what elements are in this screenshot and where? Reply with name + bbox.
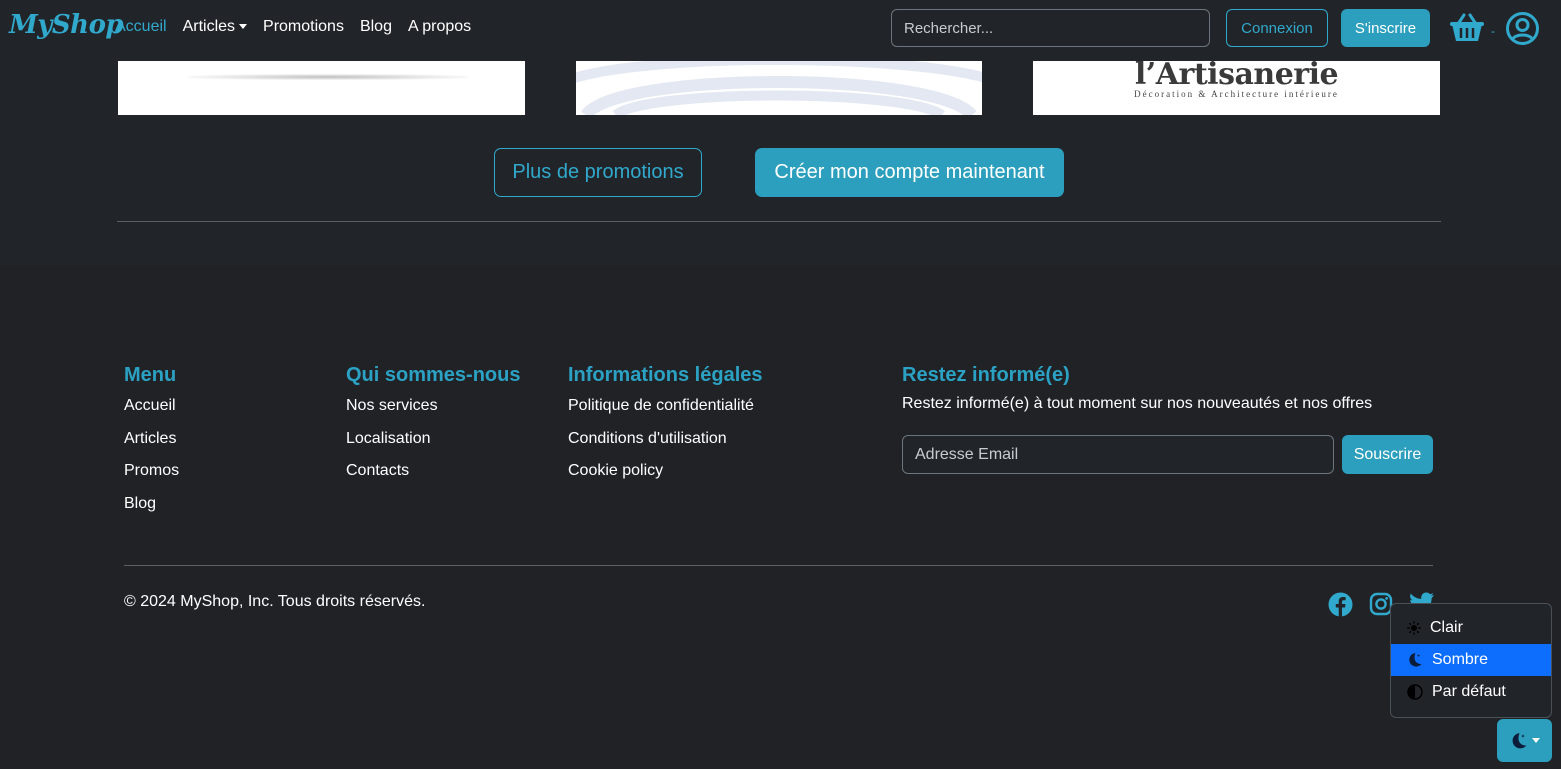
theme-option-auto[interactable]: Par défaut [1391, 676, 1551, 708]
user-circle-icon[interactable] [1505, 11, 1540, 51]
footer-link-accueil[interactable]: Accueil [124, 395, 179, 428]
newsletter-title: Restez informé(e) [902, 364, 1070, 386]
create-account-button[interactable]: Créer mon compte maintenant [755, 148, 1064, 197]
footer-menu-column: Menu Accueil Articles Promos Blog [124, 364, 179, 525]
footer-link-privacy[interactable]: Politique de confidentialité [568, 395, 763, 428]
nav-links: Accueil Articles Promotions Blog A propo… [115, 18, 487, 36]
chevron-down-icon [239, 24, 248, 30]
footer-newsletter-column: Restez informé(e) Restez informé(e) à to… [902, 364, 1433, 413]
nav-link-promotions[interactable]: Promotions [263, 18, 344, 36]
footer-link-promos[interactable]: Promos [124, 460, 179, 493]
footer-about-title: Qui sommes-nous [346, 364, 521, 386]
search-input[interactable] [891, 9, 1210, 47]
footer-link-cookies[interactable]: Cookie policy [568, 460, 763, 493]
product-image [576, 61, 982, 115]
nav-link-blog[interactable]: Blog [360, 18, 392, 36]
footer-link-services[interactable]: Nos services [346, 395, 520, 428]
footer-about-column: Qui sommes-nous Nos services Localisatio… [346, 364, 520, 493]
nav-link-articles-label: Articles [182, 18, 236, 35]
theme-option-label: Par défaut [1432, 683, 1506, 700]
divider [117, 221, 1441, 222]
copyright-text: © 2024 MyShop, Inc. Tous droits réservés… [124, 593, 426, 610]
cart-count: - [1491, 24, 1495, 38]
theme-toggle-button[interactable] [1497, 719, 1552, 762]
product-image [188, 74, 468, 80]
promo-card[interactable] [576, 61, 982, 115]
moon-icon [1512, 732, 1526, 748]
footer-link-terms[interactable]: Conditions d'utilisation [568, 428, 763, 461]
theme-option-light[interactable]: Clair [1391, 612, 1551, 644]
promo-cards: l’Artisanerie Décoration & Architecture … [0, 61, 1561, 115]
footer-legal-title: Informations légales [568, 364, 763, 386]
chevron-down-icon [1531, 738, 1540, 743]
footer-link-blog[interactable]: Blog [124, 493, 179, 526]
basket-icon[interactable] [1449, 12, 1485, 49]
divider [124, 565, 1433, 566]
email-field[interactable] [902, 435, 1334, 474]
footer-menu-title: Menu [124, 364, 177, 386]
nav-link-a-propos[interactable]: A propos [408, 18, 471, 36]
signup-button[interactable]: S'inscrire [1341, 9, 1430, 47]
footer-link-contacts[interactable]: Contacts [346, 460, 520, 493]
navbar: MyShop Accueil Articles Promotions Blog … [0, 0, 1561, 60]
brand-logo-subtitle: Décoration & Architecture intérieure [1134, 89, 1339, 99]
nav-link-accueil[interactable]: Accueil [115, 18, 167, 36]
sun-icon [1407, 621, 1421, 635]
facebook-icon[interactable] [1328, 592, 1353, 622]
login-button[interactable]: Connexion [1226, 9, 1328, 47]
theme-option-label: Sombre [1432, 651, 1489, 668]
nav-link-articles[interactable]: Articles [182, 18, 248, 36]
subscribe-button[interactable]: Souscrire [1342, 435, 1433, 474]
footer [0, 265, 1561, 769]
newsletter-text: Restez informé(e) à tout moment sur nos … [902, 395, 1373, 412]
footer-link-localisation[interactable]: Localisation [346, 428, 520, 461]
brand-logo[interactable]: MyShop [9, 10, 124, 40]
more-promotions-button[interactable]: Plus de promotions [494, 148, 702, 197]
footer-legal-column: Informations légales Politique de confid… [568, 364, 763, 493]
footer-link-articles[interactable]: Articles [124, 428, 179, 461]
promo-card[interactable]: l’Artisanerie Décoration & Architecture … [1033, 61, 1440, 115]
brand-logo-text: l’Artisanerie [1134, 61, 1339, 92]
theme-menu: Clair Sombre Par défaut [1390, 603, 1552, 718]
contrast-icon [1407, 684, 1423, 700]
theme-option-label: Clair [1430, 619, 1463, 636]
moon-icon [1409, 653, 1422, 667]
promo-card[interactable] [118, 61, 525, 115]
theme-option-dark[interactable]: Sombre [1391, 644, 1551, 676]
